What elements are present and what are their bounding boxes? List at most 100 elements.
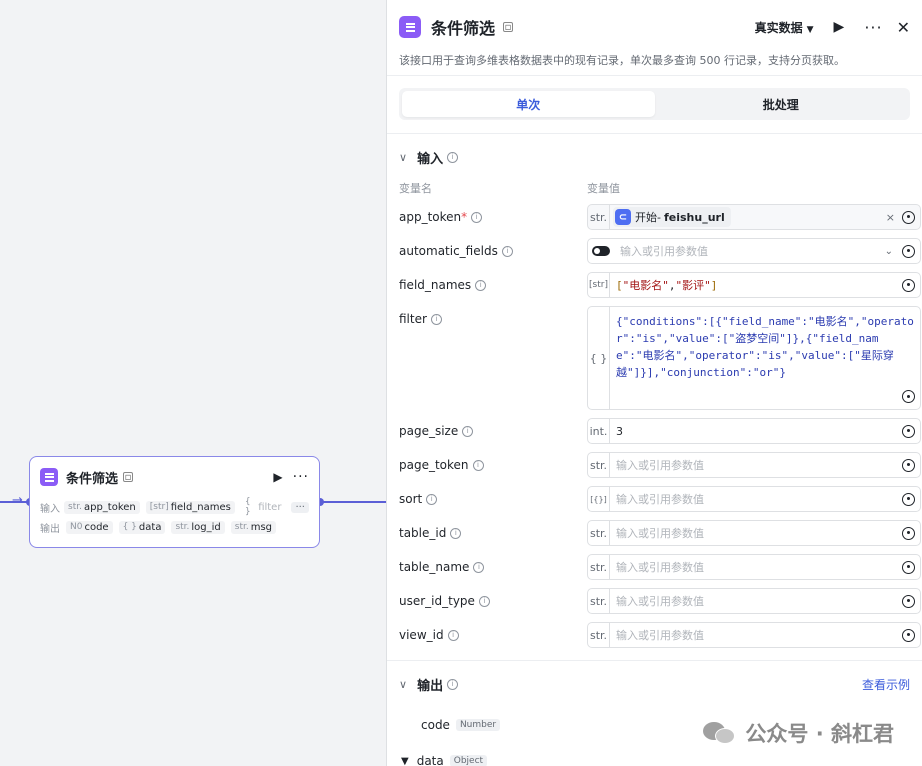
info-icon[interactable]: i [475,279,487,291]
param-name: view_id i [399,622,587,648]
param-row: filter i { } {"conditions":[{"field_name"… [387,306,922,418]
watermark: 公众号 · 斜杠君 [703,718,894,748]
type-badge: Object [449,755,488,766]
column-header-name: 变量名 [399,182,432,195]
info-icon[interactable]: i [471,211,483,223]
workflow-node-condition-filter[interactable]: 条件筛选 ▫ ▶ ··· 输入 str. app_token [str] field… [29,456,320,548]
close-icon[interactable]: ✕ [897,18,910,37]
wechat-logo-icon [703,720,737,746]
workflow-canvas[interactable]: → 条件筛选 ▫ ▶ ··· 输入 str. app_token [str] fie… [0,0,386,766]
mode-tabs: 单次 批处理 [399,88,910,120]
param-name: table_name i [399,554,587,580]
reference-picker-icon[interactable] [902,594,915,608]
output-section-title: 输出 [417,678,444,694]
data-mode-select[interactable]: 真实数据 ▼ [755,19,814,36]
filter-field[interactable]: { } {"conditions":[{"field_name":"电影名","… [587,306,921,410]
info-icon[interactable]: i [501,245,513,257]
field-names-value: ["电影名","影评"] [616,279,718,292]
field-placeholder: 输入或引用参数值 [616,561,704,574]
param-row: view_id i str. 输入或引用参数值 [387,622,922,656]
info-icon[interactable]: i [478,595,490,607]
app-token-field[interactable]: str. ⊂ 开始 - feishu_url × [587,204,921,230]
column-header-value: 变量值 [587,182,620,195]
node-output-chip: str. log_id [171,520,225,534]
info-icon[interactable]: i [472,459,484,471]
reference-picker-icon[interactable] [902,424,915,438]
param-row: user_id_type i str. 输入或引用参数值 [387,588,922,622]
tab-single[interactable]: 单次 [402,91,655,117]
reference-picker-icon[interactable] [902,244,915,258]
info-icon[interactable]: i [473,561,485,573]
info-icon[interactable]: i [447,678,459,690]
chevron-down-icon[interactable]: ⌄ [885,246,893,257]
param-row: page_size i int. 3 [387,418,922,452]
reference-picker-icon[interactable] [902,560,915,574]
node-input-chip: [str] field_names [145,500,235,514]
view-id-field[interactable]: str. 输入或引用参数值 [587,622,921,648]
table-id-field[interactable]: str. 输入或引用参数值 [587,520,921,546]
user-id-type-field[interactable]: str. 输入或引用参数值 [587,588,921,614]
type-label: { } [588,307,610,409]
node-output-chip: N0 code [66,520,113,534]
table-name-field[interactable]: str. 输入或引用参数值 [587,554,921,580]
info-icon[interactable]: i [462,425,474,437]
field-placeholder: 输入或引用参数值 [616,459,704,472]
page-size-value: 3 [616,424,623,438]
param-name: field_names i [399,272,587,298]
param-row: field_names i [str] ["电影名","影评"] [387,272,922,306]
toggle-switch[interactable] [592,246,610,256]
chevron-down-icon: ∨ [399,677,408,691]
field-placeholder: 输入或引用参数值 [616,493,704,506]
node-more-icon[interactable]: ··· [293,469,309,485]
table-app-icon [399,16,421,38]
type-label: str. [588,521,610,545]
automatic-fields-field[interactable]: 输入或引用参数值 ⌄ [587,238,921,264]
page-token-field[interactable]: str. 输入或引用参数值 [587,452,921,478]
output-section-header[interactable]: ∨ 输出 i 查看示例 [387,661,922,707]
reference-picker-icon[interactable] [902,278,915,292]
reference-picker-icon[interactable] [902,458,915,472]
param-row: sort i [{}] 输入或引用参数值 [387,486,922,520]
run-icon[interactable]: ▶ [834,19,845,35]
caret-down-icon[interactable]: ▼ [401,756,409,766]
type-label: str. [588,555,610,579]
node-output-chip: { } data [118,520,166,534]
field-names-field[interactable]: [str] ["电影名","影评"] [587,272,921,298]
param-row: table_name i str. 输入或引用参数值 [387,554,922,588]
more-icon[interactable]: ··· [864,18,882,37]
info-icon[interactable]: i [447,629,459,641]
edge-arrow-icon: → [12,493,23,508]
field-placeholder: 输入或引用参数值 [616,595,704,608]
info-icon[interactable]: i [447,151,459,163]
variable-reference-tag[interactable]: ⊂ 开始 - feishu_url [613,207,731,227]
param-name: app_token * i [399,204,587,230]
table-app-icon [40,468,58,486]
field-placeholder: 输入或引用参数值 [616,629,704,642]
filter-json-value[interactable]: {"conditions":[{"field_name":"电影名","oper… [610,307,920,409]
run-node-icon[interactable]: ▶ [273,470,282,484]
page-size-field[interactable]: int. 3 [587,418,921,444]
clear-icon[interactable]: × [886,211,895,224]
info-icon[interactable]: i [430,313,442,325]
node-input-chip: { } filter [244,497,282,517]
panel-badge-icon: ▫ [503,21,514,33]
reference-picker-icon[interactable] [902,492,915,506]
info-icon[interactable]: i [450,527,462,539]
reference-picker-icon[interactable] [902,210,915,224]
input-section-header[interactable]: ∨ 输入 i [387,134,922,180]
reference-picker-icon[interactable] [902,526,915,540]
param-name: user_id_type i [399,588,587,614]
field-placeholder: 输入或引用参数值 [620,245,708,258]
more-inputs-indicator[interactable]: ··· [291,501,309,513]
type-label: str. [588,589,610,613]
reference-picker-icon[interactable] [902,390,915,403]
type-label: str. [588,453,610,477]
info-icon[interactable]: i [426,493,438,505]
input-section-title: 输入 [417,151,444,167]
sort-field[interactable]: [{}] 输入或引用参数值 [587,486,921,512]
outgoing-edge [320,501,386,503]
reference-picker-icon[interactable] [902,628,915,642]
param-name: page_token i [399,452,587,478]
tab-batch[interactable]: 批处理 [655,91,908,117]
see-example-link[interactable]: 查看示例 [862,676,910,693]
